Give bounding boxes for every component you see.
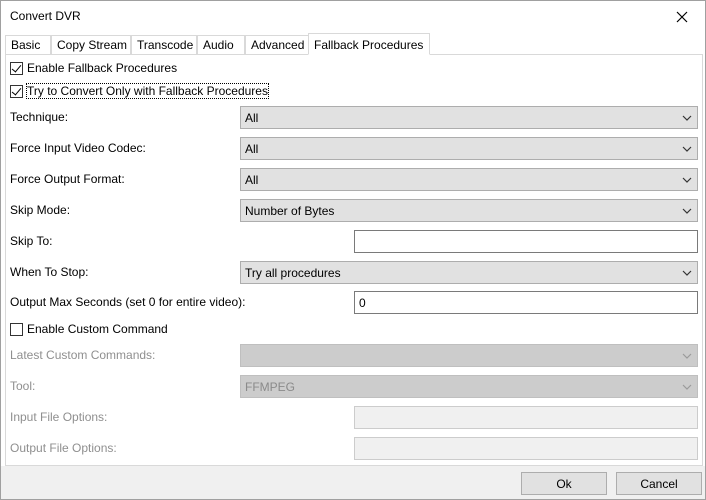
tool-value: FFMPEG [245, 379, 295, 394]
try-only-fallback-checkbox[interactable]: Try to Convert Only with Fallback Proced… [10, 83, 269, 99]
technique-label: Technique: [10, 110, 69, 124]
close-button[interactable] [659, 1, 705, 32]
chevron-down-icon [679, 376, 695, 397]
enable-fallback-checkbox[interactable]: Enable Fallback Procedures [10, 60, 177, 76]
force-input-codec-select[interactable]: All [240, 137, 698, 160]
checkbox-box[interactable] [10, 61, 23, 75]
enable-custom-command-label: Enable Custom Command [27, 322, 168, 336]
cancel-button[interactable]: Cancel [616, 472, 702, 495]
enable-custom-command-checkbox[interactable]: Enable Custom Command [10, 321, 168, 337]
tab-copy-stream[interactable]: Copy Stream [51, 35, 131, 54]
force-input-codec-value: All [245, 141, 259, 156]
force-input-codec-label: Force Input Video Codec: [10, 141, 146, 155]
tab-audio[interactable]: Audio [197, 35, 245, 54]
chevron-down-icon [679, 262, 695, 283]
technique-select[interactable]: All [240, 106, 698, 129]
close-icon [676, 11, 688, 22]
chevron-down-icon [679, 107, 695, 128]
tab-fallback-procedures[interactable]: Fallback Procedures [308, 33, 430, 55]
tab-basic[interactable]: Basic [5, 35, 51, 54]
force-output-format-label: Force Output Format: [10, 172, 125, 186]
skip-to-label: Skip To: [10, 234, 53, 248]
title-bar[interactable]: Convert DVR [1, 1, 705, 32]
skip-to-input[interactable] [354, 230, 698, 253]
skip-mode-label: Skip Mode: [10, 203, 71, 217]
ok-button[interactable]: Ok [521, 472, 607, 495]
latest-custom-commands-label: Latest Custom Commands: [10, 348, 156, 362]
chevron-down-icon [679, 200, 695, 221]
technique-value: All [245, 110, 259, 125]
tab-transcode[interactable]: Transcode [131, 35, 197, 54]
input-file-options-input[interactable] [354, 406, 698, 429]
when-to-stop-label: When To Stop: [10, 265, 89, 279]
tab-strip: Basic Copy Stream Transcode Audio Advanc… [5, 33, 703, 55]
tool-label: Tool: [10, 379, 36, 393]
output-max-seconds-input[interactable]: 0 [354, 291, 698, 314]
tab-advanced[interactable]: Advanced [245, 35, 309, 54]
when-to-stop-value: Try all procedures [245, 265, 341, 280]
skip-mode-value: Number of Bytes [245, 203, 335, 218]
latest-custom-commands-select[interactable] [240, 344, 698, 367]
chevron-down-icon [679, 169, 695, 190]
output-file-options-label: Output File Options: [10, 441, 117, 455]
chevron-down-icon [679, 138, 695, 159]
try-only-fallback-label: Try to Convert Only with Fallback Proced… [26, 83, 269, 99]
convert-dvr-dialog: Convert DVR Basic Copy Stream Transcode … [0, 0, 706, 500]
input-file-options-label: Input File Options: [10, 410, 108, 424]
skip-mode-select[interactable]: Number of Bytes [240, 199, 698, 222]
enable-fallback-label: Enable Fallback Procedures [27, 61, 178, 75]
checkbox-box[interactable] [10, 84, 23, 98]
window-title: Convert DVR [10, 9, 81, 23]
chevron-down-icon [679, 345, 695, 366]
output-max-seconds-label: Output Max Seconds (set 0 for entire vid… [10, 295, 246, 309]
force-output-format-select[interactable]: All [240, 168, 698, 191]
when-to-stop-select[interactable]: Try all procedures [240, 261, 698, 284]
output-file-options-input[interactable] [354, 437, 698, 460]
checkbox-box[interactable] [10, 322, 23, 336]
force-output-format-value: All [245, 172, 259, 187]
tool-select[interactable]: FFMPEG [240, 375, 698, 398]
